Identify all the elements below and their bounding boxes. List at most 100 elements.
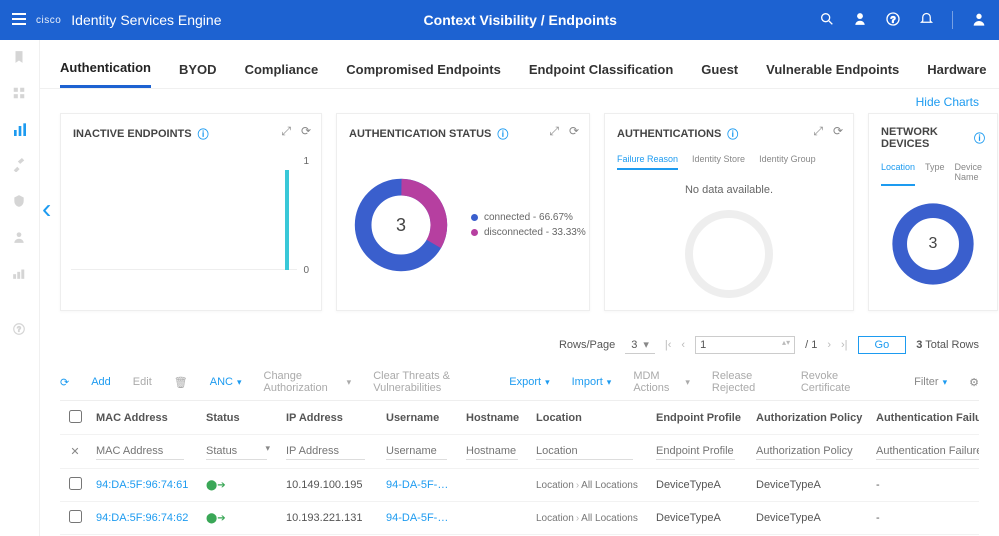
table-row: 94:DA:5F:96:74:62⬤➔10.193.221.13194-DA-5…: [60, 502, 979, 535]
content: Authentication BYOD Compliance Compromis…: [40, 40, 999, 536]
search-icon[interactable]: [819, 11, 835, 30]
col-reason[interactable]: Authentication Failure Re…: [870, 404, 979, 432]
import-dropdown[interactable]: Import ▾: [572, 376, 612, 388]
legend-connected: connected - 66.67%: [471, 212, 586, 223]
tab-hardware[interactable]: Hardware: [927, 52, 986, 87]
anc-dropdown[interactable]: ANC ▾: [210, 376, 242, 388]
mac-link[interactable]: 94:DA:5F:96:74:62: [96, 512, 188, 524]
filter-reason[interactable]: [876, 443, 979, 460]
grid-filter-row: ✕ ▾: [60, 435, 979, 469]
refresh-icon[interactable]: ⟳: [301, 124, 311, 139]
subtab-type[interactable]: Type: [925, 158, 945, 186]
change-auth-dropdown[interactable]: Change Authorization ▾: [264, 370, 352, 394]
user-icon[interactable]: [971, 11, 987, 30]
row-checkbox[interactable]: [69, 510, 82, 523]
filter-user[interactable]: [386, 443, 447, 460]
filter-status[interactable]: [206, 443, 267, 460]
notifications-icon[interactable]: [919, 11, 934, 29]
refresh-icon[interactable]: ⟳: [569, 124, 579, 139]
filter-loc[interactable]: [536, 443, 633, 460]
last-page-icon[interactable]: ›|: [841, 339, 848, 351]
add-button[interactable]: Add: [91, 376, 111, 388]
revoke-cert-button[interactable]: Revoke Certificate: [801, 370, 870, 394]
clear-filter-icon[interactable]: ✕: [70, 446, 79, 458]
edit-button[interactable]: Edit: [133, 376, 152, 388]
hide-charts-link[interactable]: Hide Charts: [916, 95, 979, 109]
filter-dropdown[interactable]: Filter ▾: [914, 376, 947, 388]
rail-visibility-icon[interactable]: [12, 122, 28, 138]
rail-tools-icon[interactable]: [12, 158, 28, 174]
rail-bookmark-icon[interactable]: [12, 50, 28, 66]
rail-policy-icon[interactable]: [12, 194, 28, 210]
alerts-icon[interactable]: [853, 12, 867, 29]
col-loc[interactable]: Location: [530, 404, 650, 432]
tab-compromised[interactable]: Compromised Endpoints: [346, 52, 501, 87]
subtab-location[interactable]: Location: [881, 158, 915, 186]
filter-prof[interactable]: [656, 443, 735, 460]
popout-icon[interactable]: ⤢: [813, 124, 823, 139]
col-mac[interactable]: MAC Address: [90, 404, 200, 432]
mdm-dropdown[interactable]: MDM Actions ▾: [633, 370, 690, 394]
popout-icon[interactable]: ⤢: [549, 124, 559, 139]
user-link[interactable]: 94-DA-5F-…: [386, 512, 448, 524]
info-icon[interactable]: ⓘ: [198, 126, 209, 142]
tab-authentication[interactable]: Authentication: [60, 50, 151, 88]
page-input[interactable]: 1▴▾: [695, 336, 795, 354]
rail-admin-icon[interactable]: [12, 230, 28, 246]
help-icon[interactable]: ?: [885, 11, 901, 30]
mac-link[interactable]: 94:DA:5F:96:74:61: [96, 479, 188, 491]
menu-icon[interactable]: [12, 13, 26, 28]
brand-name: Identity Services Engine: [71, 12, 221, 28]
clear-threats-button[interactable]: Clear Threats & Vulnerabilities: [373, 370, 487, 394]
filter-host[interactable]: [466, 443, 518, 460]
info-icon[interactable]: ⓘ: [974, 130, 985, 146]
info-icon[interactable]: ⓘ: [497, 126, 508, 142]
col-host[interactable]: Hostname: [460, 404, 530, 432]
tab-compliance[interactable]: Compliance: [245, 52, 319, 87]
subtab-identity-group[interactable]: Identity Group: [759, 150, 816, 170]
col-prof[interactable]: Endpoint Profile: [650, 404, 750, 432]
export-dropdown[interactable]: Export ▾: [509, 376, 549, 388]
col-ip[interactable]: IP Address: [280, 404, 380, 432]
table-area: Rows/Page 3▾ |‹ ‹ 1▴▾ / 1 › ›| Go 3 Tota…: [40, 336, 999, 536]
pager: Rows/Page 3▾ |‹ ‹ 1▴▾ / 1 › ›| Go 3 Tota…: [60, 336, 979, 354]
first-page-icon[interactable]: |‹: [665, 339, 672, 351]
rail-dashboard-icon[interactable]: [12, 86, 28, 102]
col-status[interactable]: Status: [200, 404, 280, 432]
rail-workcenter-icon[interactable]: [12, 266, 28, 282]
user-link[interactable]: 94-DA-5F-…: [386, 479, 448, 491]
popout-icon[interactable]: ⤢: [281, 124, 291, 139]
row-checkbox[interactable]: [69, 477, 82, 490]
release-rejected-button[interactable]: Release Rejected: [712, 370, 779, 394]
subtab-identity-store[interactable]: Identity Store: [692, 150, 745, 170]
select-all-checkbox[interactable]: [69, 410, 82, 423]
dashlet-authentications: AUTHENTICATIONSⓘ ⤢⟳ Failure Reason Ident…: [604, 113, 854, 311]
prev-page-icon[interactable]: ‹: [681, 339, 685, 351]
rows-per-page-select[interactable]: 3▾: [625, 336, 655, 354]
refresh-icon[interactable]: ⟳: [833, 124, 843, 139]
col-user[interactable]: Username: [380, 404, 460, 432]
subtab-device-name[interactable]: Device Name: [955, 158, 985, 186]
info-icon[interactable]: ⓘ: [727, 126, 738, 142]
chevron-down-icon: ▾: [943, 377, 948, 388]
refresh-icon[interactable]: ⟳: [60, 376, 69, 389]
topbar: cisco Identity Services Engine Context V…: [0, 0, 999, 40]
delete-icon[interactable]: 🗑: [174, 376, 188, 389]
filter-auth[interactable]: [756, 443, 853, 460]
gear-icon[interactable]: ⚙: [969, 376, 979, 389]
filter-ip[interactable]: [286, 443, 365, 460]
next-page-icon[interactable]: ›: [827, 339, 831, 351]
grid-header: MAC Address Status IP Address Username H…: [60, 401, 979, 435]
dashlet-network-devices: NETWORK DEVICESⓘ Location Type Device Na…: [868, 113, 998, 311]
tab-guest[interactable]: Guest: [701, 52, 738, 87]
donut-center-value: 3: [889, 200, 977, 288]
tab-byod[interactable]: BYOD: [179, 52, 217, 87]
col-auth[interactable]: Authorization Policy: [750, 404, 870, 432]
subtab-failure-reason[interactable]: Failure Reason: [617, 150, 678, 170]
rail-help-icon[interactable]: ?: [12, 322, 28, 338]
tab-classification[interactable]: Endpoint Classification: [529, 52, 673, 87]
filter-mac[interactable]: [96, 443, 184, 460]
go-button[interactable]: Go: [858, 336, 907, 354]
tab-vulnerable[interactable]: Vulnerable Endpoints: [766, 52, 899, 87]
chevron-down-icon: ▾: [545, 377, 550, 388]
